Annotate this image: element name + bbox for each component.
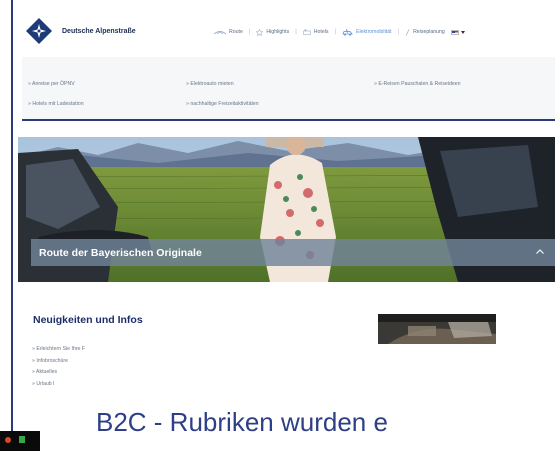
submenu-link-freizeit[interactable]: » nachhaltige Freizeitaktivitäten: [186, 101, 259, 107]
star-icon: [256, 28, 264, 36]
news-thumbnail[interactable]: [378, 314, 496, 344]
left-border-rule: [11, 0, 13, 451]
nav-separator: |: [397, 29, 400, 35]
news-heading: Neuigkeiten und Infos: [33, 314, 143, 326]
nav-separator: |: [334, 29, 337, 35]
submenu-link-hotels-ladestation[interactable]: » Hotels mit Ladestation: [28, 101, 84, 107]
nav-item-elektromobilitaet[interactable]: Elektromobilität: [342, 28, 392, 36]
hero-title: Route der Bayerischen Originale: [39, 247, 202, 259]
nav-label-reiseplanung: Reiseplanung: [413, 29, 445, 35]
nav-label-route: Route: [229, 29, 243, 35]
submenu-link-anreise[interactable]: » Anreise per ÖPNV: [28, 81, 75, 87]
language-dropdown[interactable]: [450, 29, 465, 35]
nav-item-highlights[interactable]: Highlights: [256, 28, 290, 36]
taskbar-corner: [0, 431, 40, 451]
alpine-logo-icon[interactable]: [25, 17, 53, 45]
road-icon: [214, 31, 226, 35]
nav-separator: |: [295, 29, 297, 35]
site-header: Deutsche Alpenstraße Route | Highlights …: [18, 14, 555, 54]
news-list: » Erleichtern Sie Ihre F » Infobroschüre…: [32, 346, 85, 392]
nav-label-elektromobilitaet: Elektromobilität: [356, 29, 392, 35]
news-item[interactable]: » Aktuelles: [32, 369, 85, 381]
submenu-link-e-reisen[interactable]: » E-Reisen Pauschalen & Reiseideen: [374, 81, 461, 87]
nav-label-highlights: Highlights: [266, 29, 290, 35]
nav-label-hotels: Hotels: [313, 29, 329, 35]
news-thumbnail-image: [378, 314, 496, 344]
nav-item-hotels[interactable]: Hotels: [302, 29, 329, 35]
caret-down-icon: [460, 30, 465, 34]
hero-caption-bar[interactable]: Route der Bayerischen Originale: [31, 239, 555, 266]
pen-icon: [405, 28, 410, 36]
app-icon[interactable]: [19, 436, 25, 443]
news-item[interactable]: » Infobroschüre: [32, 358, 85, 370]
news-item[interactable]: » Urlaub I: [32, 381, 85, 393]
flag-icon: [450, 29, 459, 35]
chevron-up-icon[interactable]: [535, 247, 545, 257]
hotel-icon: [302, 29, 311, 35]
nav-separator: |: [248, 29, 251, 35]
news-item[interactable]: » Erleichtern Sie Ihre F: [32, 346, 85, 358]
electric-car-icon: [342, 28, 353, 36]
nav-item-route[interactable]: Route: [214, 29, 243, 35]
brand-name[interactable]: Deutsche Alpenstraße: [62, 28, 136, 35]
hero-banner[interactable]: Route der Bayerischen Originale: [18, 137, 555, 282]
submenu-link-elektroauto[interactable]: » Elektroauto mieten: [186, 81, 234, 87]
app-icon[interactable]: [5, 437, 11, 443]
main-navigation: Route | Highlights | Hotels | Elektromob…: [214, 26, 465, 38]
slide-caption-text: B2C - Rubriken wurden e: [96, 407, 388, 437]
nav-item-reiseplanung[interactable]: Reiseplanung: [405, 28, 445, 36]
submenu-panel: » Anreise per ÖPNV » Elektroauto mieten …: [22, 57, 555, 121]
